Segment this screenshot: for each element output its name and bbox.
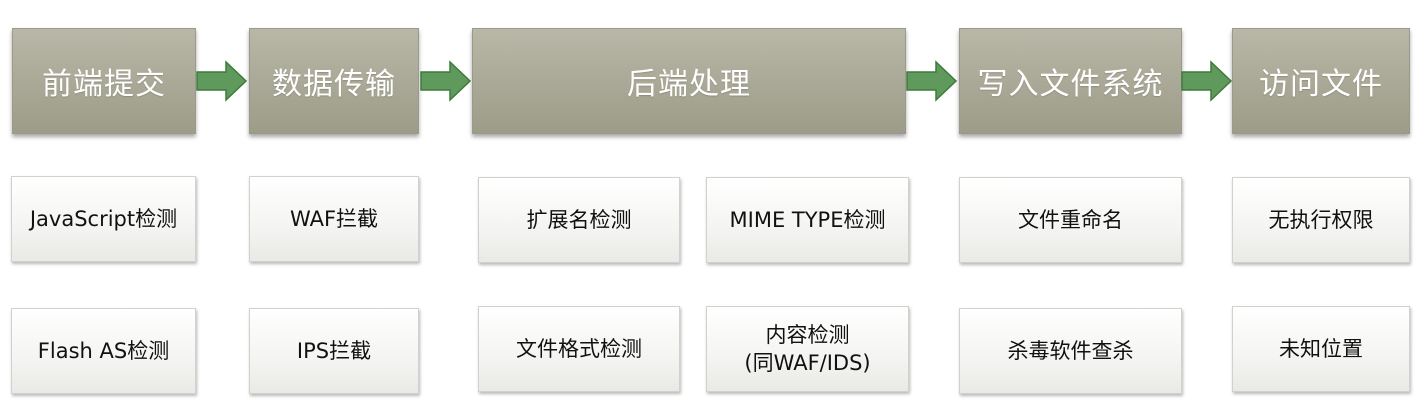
check-javascript: JavaScript检测: [11, 176, 196, 262]
check-waf-intercept: WAF拦截: [249, 176, 419, 262]
check-file-rename: 文件重命名: [959, 177, 1182, 263]
check-flash-as: Flash AS检测: [11, 308, 196, 394]
check-extension: 扩展名检测: [478, 177, 680, 263]
check-content: 内容检测 (同WAF/IDS): [706, 306, 909, 392]
stage-access-file: 访问文件: [1232, 28, 1410, 134]
check-file-format: 文件格式检测: [478, 306, 680, 392]
stage-data-transfer: 数据传输: [249, 28, 419, 134]
check-antivirus-scan: 杀毒软件查杀: [959, 308, 1182, 394]
upload-defense-flow-diagram: 前端提交 数据传输 后端处理 写入文件系统 访问文件 JavaScript检测 …: [0, 0, 1424, 412]
flow-arrow-icon: [196, 60, 248, 102]
check-mime-type: MIME TYPE检测: [706, 177, 909, 263]
check-ips-intercept: IPS拦截: [249, 308, 419, 394]
stage-backend-processing: 后端处理: [472, 28, 906, 134]
stage-frontend-submit: 前端提交: [12, 28, 196, 134]
check-no-exec-permission: 无执行权限: [1232, 177, 1410, 263]
flow-arrow-icon: [1181, 60, 1233, 102]
flow-arrow-icon: [906, 60, 958, 102]
stage-write-filesystem: 写入文件系统: [959, 28, 1182, 134]
flow-arrow-icon: [420, 60, 472, 102]
check-unknown-location: 未知位置: [1232, 306, 1410, 392]
